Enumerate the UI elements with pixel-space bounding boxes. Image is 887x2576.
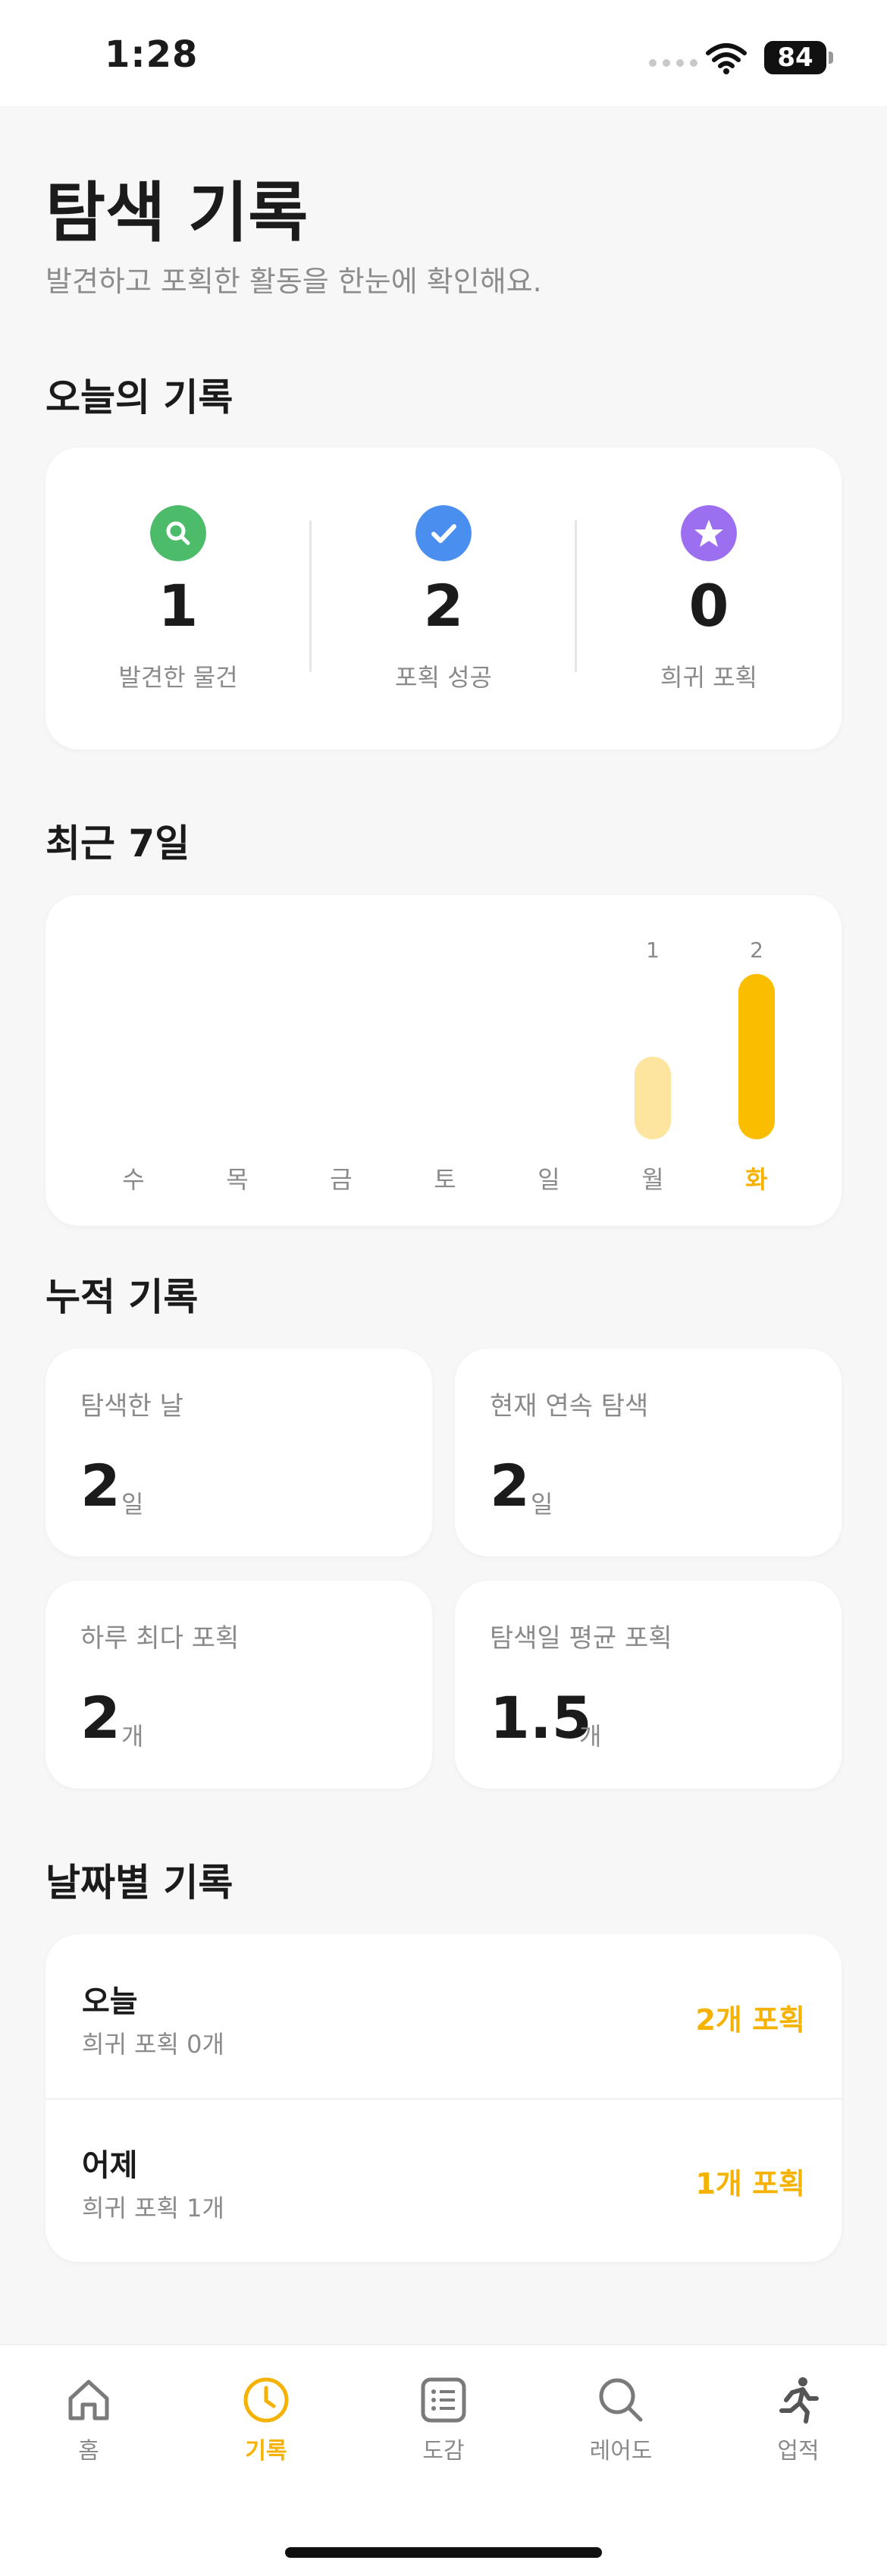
tab-label: 도감 <box>422 2438 465 2464</box>
day-label: 일 <box>538 1165 560 1194</box>
battery-indicator: 84 <box>764 41 826 74</box>
wifi-icon <box>706 43 747 74</box>
day-label: 월 <box>641 1165 664 1194</box>
stat-rare: 0 희귀 포획 <box>576 448 842 749</box>
runner-icon <box>779 2377 819 2424</box>
cum-unit: 개 <box>121 1722 144 1751</box>
section-title-recent: 최근 7일 <box>45 821 190 865</box>
section-title-by-date: 날짜별 기록 <box>45 1861 234 1905</box>
weekly-chart-card: 수 목 금 토 일 1 월 2 화 <box>45 895 842 1226</box>
page-subtitle: 발견하고 포획한 활동을 한눈에 확인해요. <box>45 265 542 298</box>
date-title: 어제 <box>82 2148 138 2183</box>
tab-label: 업적 <box>777 2438 820 2464</box>
page-title: 탐색 기록 <box>45 175 309 251</box>
day-label: 금 <box>330 1165 353 1194</box>
tab-rarity[interactable]: 레어도 <box>553 2376 689 2465</box>
tab-label: 기록 <box>245 2438 287 2464</box>
cum-unit: 일 <box>121 1490 144 1519</box>
tab-collection[interactable]: 도감 <box>375 2376 512 2465</box>
cum-card-max: 하루 최다 포획 2 개 <box>45 1581 432 1789</box>
date-catch-count: 1개 포획 <box>695 2167 805 2201</box>
stat-caught: 2 포획 성공 <box>311 448 576 749</box>
cum-value: 2 <box>80 1684 121 1751</box>
tab-label: 홈 <box>78 2438 99 2464</box>
date-row-yesterday[interactable]: 어제 희귀 포획 1개 1개 포획 <box>45 2098 842 2262</box>
cum-label: 현재 연속 탐색 <box>490 1391 649 1422</box>
date-rare-count: 희귀 포획 1개 <box>82 2194 224 2223</box>
home-icon <box>68 2380 109 2420</box>
today-stats-card: 1 발견한 물건 2 포획 성공 0 희귀 포획 <box>45 448 842 749</box>
search-icon <box>150 505 206 561</box>
status-bar: 1:28 84 <box>0 0 887 106</box>
bar-value-label: 1 <box>646 938 660 963</box>
clock-icon <box>243 2377 289 2423</box>
cum-value: 1.5 <box>490 1684 592 1751</box>
date-title: 오늘 <box>82 1984 138 2019</box>
date-catch-count: 2개 포획 <box>695 2003 805 2037</box>
battery-cap <box>829 52 833 64</box>
chart-bar <box>738 974 775 1139</box>
day-label: 목 <box>226 1165 249 1194</box>
tab-achievements[interactable]: 업적 <box>730 2376 867 2465</box>
date-row-today[interactable]: 오늘 희귀 포획 0개 2개 포획 <box>45 1934 842 2100</box>
cum-label: 탐색일 평균 포획 <box>490 1623 672 1654</box>
stat-value: 0 <box>688 572 729 639</box>
stat-value: 1 <box>158 572 199 639</box>
cum-label: 탐색한 날 <box>80 1391 183 1422</box>
cum-card-days: 탐색한 날 2 일 <box>45 1349 432 1557</box>
list-icon <box>421 2377 466 2423</box>
cum-value: 2 <box>490 1452 530 1519</box>
tab-records[interactable]: 기록 <box>198 2376 334 2465</box>
home-indicator <box>285 2547 602 2558</box>
tab-label: 레어도 <box>589 2438 653 2464</box>
cum-card-average: 탐색일 평균 포획 1.5 개 <box>455 1581 842 1789</box>
cum-unit: 개 <box>579 1722 602 1751</box>
cum-label: 하루 최다 포획 <box>80 1623 240 1654</box>
date-rare-count: 희귀 포획 0개 <box>82 2030 224 2059</box>
stat-label: 포획 성공 <box>395 663 492 692</box>
stat-value: 2 <box>423 572 464 639</box>
status-time: 1:28 <box>105 33 199 76</box>
stat-label: 발견한 물건 <box>118 663 238 692</box>
star-icon <box>681 505 737 561</box>
day-label: 화 <box>745 1165 768 1194</box>
tab-home[interactable]: 홈 <box>20 2376 157 2465</box>
cum-card-streak: 현재 연속 탐색 2 일 <box>455 1349 842 1557</box>
battery-level: 84 <box>777 42 813 73</box>
section-title-cumulative: 누적 기록 <box>45 1275 199 1319</box>
cum-value: 2 <box>80 1452 121 1519</box>
check-icon <box>415 505 472 561</box>
bar-value-label: 2 <box>750 938 763 963</box>
signal-icon <box>649 59 697 67</box>
date-list-card: 오늘 희귀 포획 0개 2개 포획 어제 희귀 포획 1개 1개 포획 <box>45 1934 842 2262</box>
stat-found: 1 발견한 물건 <box>45 448 311 749</box>
chart-bar <box>635 1057 671 1139</box>
day-label: 토 <box>434 1165 456 1194</box>
tab-bar: 홈 기록 도감 레어도 업적 <box>0 2344 887 2576</box>
cum-unit: 일 <box>531 1490 553 1519</box>
stat-label: 희귀 포획 <box>660 663 757 692</box>
magnifier-icon <box>599 2378 643 2422</box>
section-title-today: 오늘의 기록 <box>45 375 234 419</box>
day-label: 수 <box>122 1165 145 1194</box>
weekly-bar-chart: 수 목 금 토 일 1 월 2 화 <box>45 895 842 1226</box>
